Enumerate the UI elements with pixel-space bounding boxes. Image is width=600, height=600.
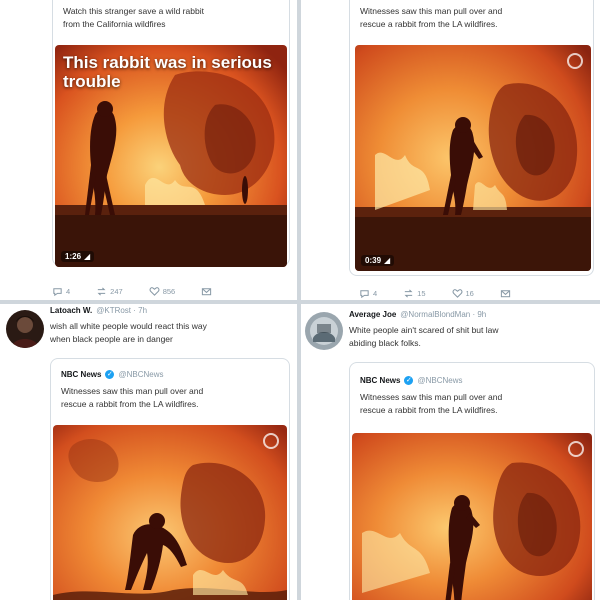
retweet-count: 247 bbox=[110, 287, 123, 296]
quoted-tweet-text-line: from the California wildfires bbox=[63, 19, 166, 29]
user-name[interactable]: Average Joe bbox=[349, 310, 396, 319]
user-handle[interactable]: @KTRost · 7h bbox=[96, 306, 147, 315]
quoted-user-handle: @NBCNews bbox=[118, 369, 164, 379]
play-indicator-icon bbox=[568, 441, 584, 457]
reply-count: 4 bbox=[66, 287, 71, 296]
tweet-text: wish all white people would react this w… bbox=[50, 320, 207, 346]
quoted-tweet-text-line: Witnesses saw this man pull over and bbox=[360, 6, 503, 16]
retweet-icon bbox=[404, 289, 413, 298]
reply-action[interactable]: 4 bbox=[359, 288, 377, 299]
tweet-actions: 4 247 856 bbox=[52, 286, 238, 297]
retweet-icon bbox=[97, 287, 106, 296]
quoted-tweet-card[interactable]: Witnesses saw this man pull over and res… bbox=[349, 0, 594, 276]
fire-scene-image bbox=[352, 433, 592, 600]
tweet-panel-top-right: Witnesses saw this man pull over and res… bbox=[301, 0, 600, 300]
retweet-action[interactable]: 15 bbox=[403, 288, 426, 299]
envelope-icon bbox=[500, 290, 510, 298]
video-thumbnail[interactable]: This rabbit was in serious trouble 1:26 ◢ bbox=[55, 45, 287, 267]
quoted-tweet-text-line: rescue a rabbit from the LA wildfires. bbox=[61, 399, 199, 409]
play-indicator-icon bbox=[567, 53, 583, 69]
like-action[interactable]: 16 bbox=[452, 288, 474, 299]
video-caption: This rabbit was in serious trouble bbox=[63, 53, 272, 91]
tweet-actions: 4 15 16 bbox=[359, 288, 537, 299]
retweet-count: 15 bbox=[417, 289, 426, 298]
video-thumbnail[interactable] bbox=[352, 433, 592, 600]
verified-badge-icon: ✓ bbox=[404, 375, 414, 385]
horizontal-divider bbox=[0, 300, 600, 304]
quoted-tweet-card[interactable]: NBC News ✓ @NBCNews Witnesses saw this m… bbox=[50, 358, 290, 600]
tweet-text-line: wish all white people would react this w… bbox=[50, 321, 207, 331]
heart-icon bbox=[452, 289, 462, 298]
tweet-text: White people ain't scared of shit but la… bbox=[349, 324, 499, 350]
screenshot-collage: Watch this stranger save a wild rabbit f… bbox=[0, 0, 600, 600]
play-indicator-icon bbox=[263, 433, 279, 449]
user-avatar-image bbox=[6, 310, 44, 348]
verified-badge-icon: ✓ bbox=[105, 369, 115, 379]
quoted-tweet-card[interactable]: Watch this stranger save a wild rabbit f… bbox=[52, 0, 290, 267]
user-name[interactable]: Latoach W. bbox=[50, 306, 92, 315]
avatar[interactable] bbox=[305, 312, 343, 350]
quoted-tweet-text-line: rescue a rabbit from the LA wildfires. bbox=[360, 405, 498, 415]
retweet-action[interactable]: 247 bbox=[96, 286, 123, 297]
video-duration: 1:26 ◢ bbox=[61, 251, 95, 262]
tweet-panel-top-left: Watch this stranger save a wild rabbit f… bbox=[0, 0, 297, 300]
quoted-tweet-text-line: Witnesses saw this man pull over and bbox=[360, 392, 503, 402]
quoted-user-handle: @NBCNews bbox=[417, 375, 463, 385]
quoted-tweet-header: NBC News ✓ @NBCNews bbox=[61, 367, 163, 381]
tweet-panel-bottom-right: Average Joe @NormalBlondMan · 9h White p… bbox=[301, 304, 600, 600]
video-duration: 0:39 ◢ bbox=[361, 255, 395, 266]
reply-action[interactable]: 4 bbox=[52, 286, 70, 297]
avatar[interactable] bbox=[6, 310, 44, 348]
volume-icon: ◢ bbox=[384, 256, 391, 265]
reply-icon bbox=[53, 288, 62, 297]
tweet-panel-bottom-left: Latoach W. @KTRost · 7h wish all white p… bbox=[0, 304, 297, 600]
tweet-text-line: White people ain't scared of shit but la… bbox=[349, 325, 499, 335]
like-count: 856 bbox=[162, 287, 176, 296]
heart-icon bbox=[149, 287, 160, 296]
tweet-header: Latoach W. @KTRost · 7h bbox=[50, 306, 147, 315]
user-avatar-image bbox=[305, 312, 343, 350]
dm-action[interactable] bbox=[201, 286, 212, 297]
fire-scene-image bbox=[355, 45, 591, 271]
quoted-tweet-text-line: Watch this stranger save a wild rabbit bbox=[63, 6, 204, 16]
quoted-tweet-text-line: Witnesses saw this man pull over and bbox=[61, 386, 204, 396]
like-action[interactable]: 856 bbox=[149, 286, 176, 297]
quoted-tweet-text-line: rescue a rabbit from the LA wildfires. bbox=[360, 19, 498, 29]
video-thumbnail[interactable] bbox=[53, 425, 287, 600]
tweet-text-line: when black people are in danger bbox=[50, 334, 173, 344]
quoted-user-name: NBC News bbox=[61, 369, 102, 379]
user-handle[interactable]: @NormalBlondMan · 9h bbox=[400, 310, 486, 319]
video-thumbnail[interactable]: 0:39 ◢ bbox=[355, 45, 591, 271]
quoted-user-name: NBC News bbox=[360, 375, 401, 385]
like-count: 16 bbox=[465, 289, 474, 298]
quoted-tweet-card[interactable]: NBC News ✓ @NBCNews Witnesses saw this m… bbox=[349, 362, 595, 600]
reply-count: 4 bbox=[373, 289, 378, 298]
dm-action[interactable] bbox=[500, 288, 511, 299]
reply-icon bbox=[360, 290, 369, 299]
quoted-tweet-header: NBC News ✓ @NBCNews bbox=[360, 373, 462, 387]
volume-icon: ◢ bbox=[84, 252, 91, 261]
tweet-text-line: abiding black folks. bbox=[349, 338, 421, 348]
envelope-icon bbox=[202, 288, 212, 296]
fire-scene-image bbox=[53, 425, 287, 600]
tweet-header: Average Joe @NormalBlondMan · 9h bbox=[349, 310, 486, 319]
